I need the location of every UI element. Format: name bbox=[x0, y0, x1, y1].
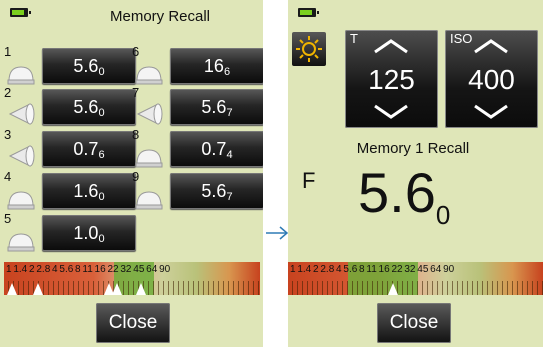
battery-icon bbox=[10, 8, 31, 17]
dome-icon bbox=[7, 191, 35, 210]
memory-slot-3[interactable]: 3 0.76 bbox=[4, 127, 136, 170]
slot-value-button[interactable]: 5.67 bbox=[170, 89, 263, 125]
iso-dial[interactable]: ISO 400 bbox=[445, 30, 538, 128]
slot-value-button[interactable]: 166 bbox=[170, 48, 263, 84]
dome-icon bbox=[7, 233, 35, 252]
slot-number: 5 bbox=[4, 211, 12, 226]
aperture-scale: 1 1.4 2 2.8 4 5.6 8 11 16 22 32 45 64 90 bbox=[4, 262, 260, 295]
dome-icon bbox=[135, 149, 163, 168]
memory-slot-9[interactable]: 9 5.67 bbox=[132, 169, 263, 212]
flat-disc-icon bbox=[8, 103, 35, 125]
f-label: F bbox=[302, 168, 316, 193]
dome-icon bbox=[135, 191, 163, 210]
scale-marker bbox=[112, 283, 122, 295]
close-button[interactable]: Close bbox=[377, 303, 451, 343]
memory-slot-7[interactable]: 7 5.67 bbox=[132, 85, 263, 128]
slot-number: 7 bbox=[132, 85, 140, 100]
close-button[interactable]: Close bbox=[96, 303, 170, 343]
scale-ticks bbox=[288, 281, 543, 295]
dome-icon bbox=[7, 66, 35, 85]
flat-disc-icon bbox=[136, 103, 163, 125]
slot-number: 2 bbox=[4, 85, 12, 100]
scale-marker bbox=[388, 283, 398, 295]
scale-marker bbox=[136, 283, 146, 295]
arrow-up-icon[interactable] bbox=[371, 38, 411, 54]
slot-number: 4 bbox=[4, 169, 12, 184]
panel-title: Memory Recall bbox=[109, 8, 211, 25]
memory-slot-1[interactable]: 1 5.60 bbox=[4, 44, 136, 87]
light-mode-button[interactable] bbox=[292, 32, 326, 66]
slot-number: 1 bbox=[4, 44, 12, 59]
slot-number: 6 bbox=[132, 44, 140, 59]
arrow-down-icon[interactable] bbox=[371, 104, 411, 120]
slot-value-button[interactable]: 5.60 bbox=[42, 48, 136, 84]
slot-value-button[interactable]: 1.00 bbox=[42, 215, 136, 251]
f-number-readout: 5.60 bbox=[358, 161, 451, 230]
iso-label: ISO bbox=[450, 31, 473, 46]
memory-recall-panel: Memory Recall 1 5.60 2 5.60 3 0.76 4 1.6… bbox=[0, 0, 263, 347]
aperture-scale: 1 1.4 2 2.8 4 5.6 8 11 16 22 32 45 64 90 bbox=[288, 262, 543, 295]
shutter-speed-value: 125 bbox=[368, 64, 415, 95]
slot-number: 3 bbox=[4, 127, 12, 142]
slot-value-button[interactable]: 0.74 bbox=[170, 131, 263, 167]
recall-title: Memory 1 Recall bbox=[356, 140, 470, 157]
scale-labels: 1 1.4 2 2.8 4 5.6 8 11 16 22 32 45 64 90 bbox=[6, 264, 171, 275]
memory-slot-5[interactable]: 5 1.00 bbox=[4, 211, 136, 254]
arrow-down-icon[interactable] bbox=[471, 104, 511, 120]
memory-detail-panel: T 125 ISO 400 Memory 1 Recall F 5.60 1 1… bbox=[288, 0, 543, 347]
scale-marker bbox=[7, 283, 17, 295]
memory-slot-4[interactable]: 4 1.60 bbox=[4, 169, 136, 212]
slot-number: 8 bbox=[132, 127, 140, 142]
slot-value-button[interactable]: 1.60 bbox=[42, 173, 136, 209]
slot-number: 9 bbox=[132, 169, 140, 184]
arrow-up-icon[interactable] bbox=[471, 38, 511, 54]
flat-disc-icon bbox=[8, 145, 35, 167]
sun-icon bbox=[296, 36, 322, 62]
memory-slot-8[interactable]: 8 0.74 bbox=[132, 127, 263, 170]
memory-slot-6[interactable]: 6 166 bbox=[132, 44, 263, 87]
right-arrow-icon bbox=[266, 226, 289, 240]
slot-value-button[interactable]: 5.60 bbox=[42, 89, 136, 125]
memory-slot-2[interactable]: 2 5.60 bbox=[4, 85, 136, 128]
iso-value: 400 bbox=[468, 64, 515, 95]
scale-labels: 1 1.4 2 2.8 4 5.6 8 11 16 22 32 45 64 90 bbox=[290, 264, 455, 275]
dome-icon bbox=[135, 66, 163, 85]
shutter-speed-dial[interactable]: T 125 bbox=[345, 30, 438, 128]
t-label: T bbox=[350, 31, 358, 46]
slot-value-button[interactable]: 5.67 bbox=[170, 173, 263, 209]
slot-value-button[interactable]: 0.76 bbox=[42, 131, 136, 167]
scale-marker bbox=[33, 283, 43, 295]
battery-icon bbox=[298, 8, 319, 17]
